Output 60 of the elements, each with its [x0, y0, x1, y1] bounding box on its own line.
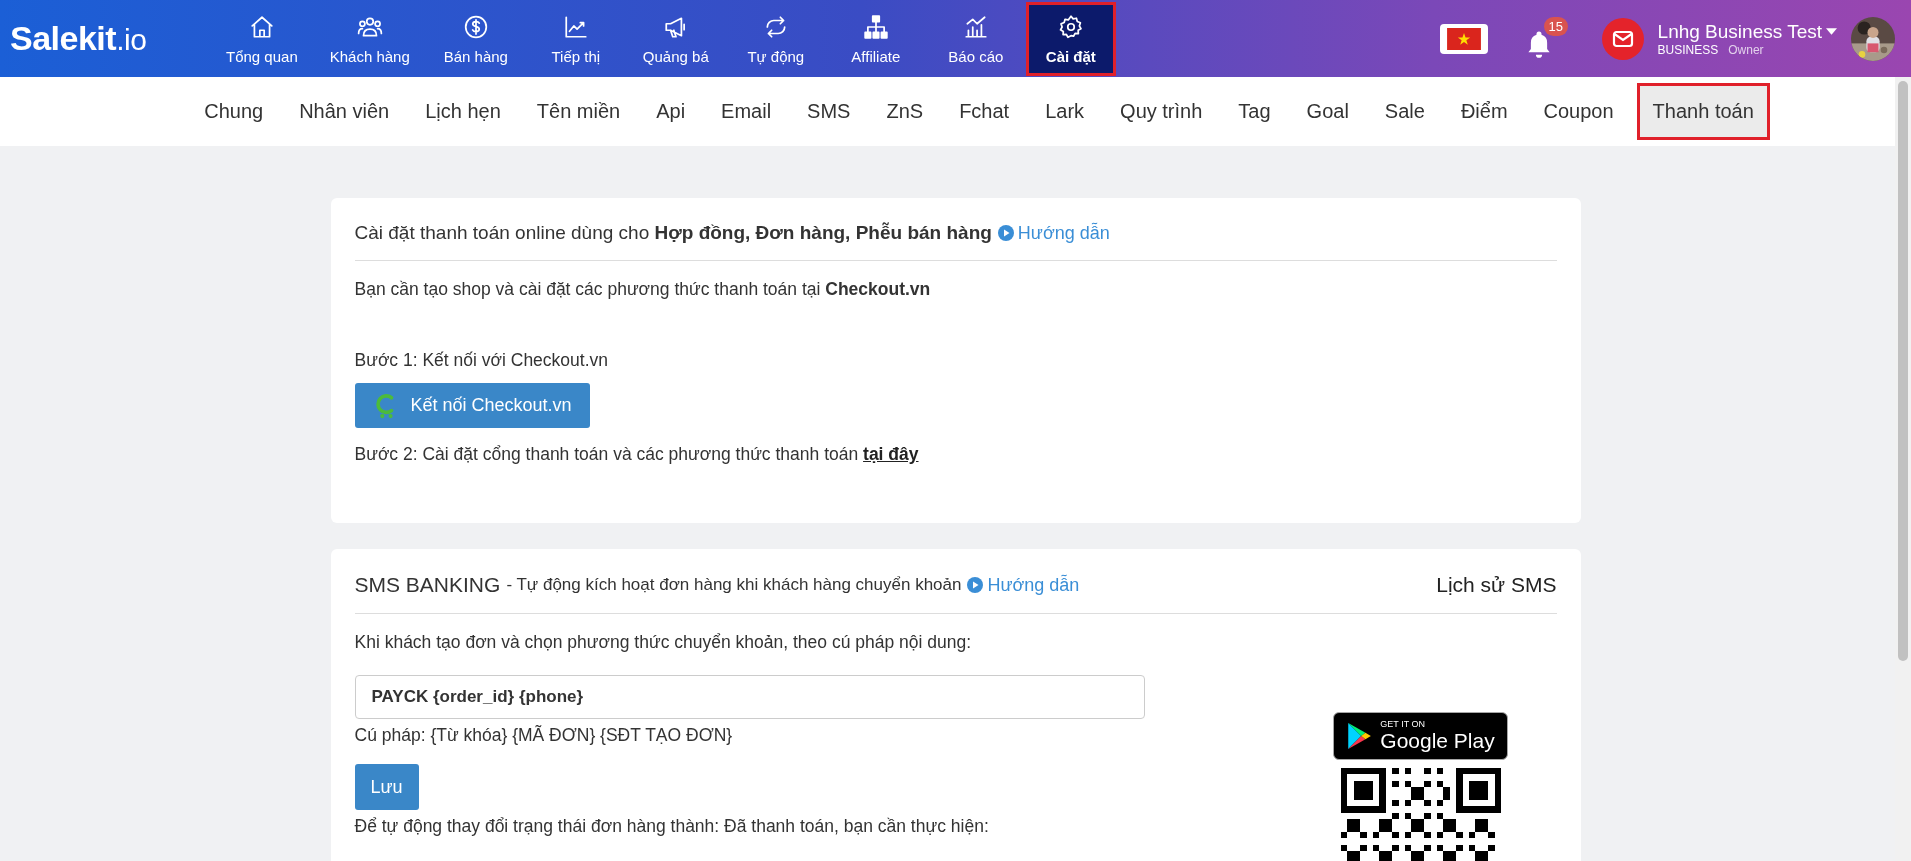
- settings-tab[interactable]: Thanh toán: [1636, 83, 1770, 140]
- nav-item[interactable]: Bán hàng: [425, 2, 526, 76]
- settings-tab[interactable]: Coupon: [1530, 83, 1627, 140]
- section-subtitle: - Tự động kích hoạt đơn hàng khi khách hàng chuyển khoản: [506, 575, 962, 595]
- settings-tab[interactable]: Nhân viên: [286, 83, 403, 140]
- caret-icon[interactable]: [1826, 28, 1837, 35]
- settings-tab[interactable]: Sale: [1371, 83, 1438, 140]
- here-link[interactable]: tại đây: [863, 444, 919, 464]
- mail-icon[interactable]: [1601, 17, 1644, 60]
- settings-tab[interactable]: Lịch hẹn: [412, 83, 514, 140]
- dollar-coin-icon: [462, 13, 489, 40]
- nav-item[interactable]: Tiếp thị: [525, 2, 626, 76]
- nav-item[interactable]: Báo cáo: [925, 2, 1026, 76]
- settings-tab[interactable]: ZnS: [873, 83, 937, 140]
- settings-tab[interactable]: Goal: [1293, 83, 1362, 140]
- google-play-badge[interactable]: GET IT ON Google Play: [1333, 712, 1508, 760]
- vietnam-flag-icon[interactable]: [1439, 23, 1488, 54]
- settings-tab[interactable]: Tên miền: [523, 83, 634, 140]
- settings-tab[interactable]: Fchat: [946, 83, 1023, 140]
- instruction-text: Để tự động thay đổi trạng thái đơn hàng thành: Đã thanh toán, bạn cần thực hiện:: [354, 816, 990, 837]
- settings-tab[interactable]: Tag: [1225, 83, 1284, 140]
- logo[interactable]: Salekit.io: [0, 19, 210, 58]
- nav-item[interactable]: Cài đặt: [1025, 2, 1116, 76]
- step-text: Bước 2: Cài đặt cổng thanh toán và các phương thức thanh toán tại đây: [354, 444, 920, 465]
- section-title: Cài đặt thanh toán online dùng cho Hợp đồng, Đơn hàng, Phễu bán hàng: [354, 222, 992, 244]
- trend-chart-icon: [562, 13, 589, 40]
- settings-tab[interactable]: Email: [708, 83, 785, 140]
- nav-item[interactable]: Affiliate: [825, 2, 926, 76]
- settings-tab[interactable]: Điểm: [1447, 83, 1521, 140]
- play-icon: [967, 577, 984, 593]
- section-title: SMS BANKING: [354, 573, 501, 597]
- guide-link[interactable]: Hướng dẫn: [967, 574, 1080, 596]
- intro-text: Bạn cần tạo shop và cài đặt các phương thức thanh toán tại Checkout.vn: [354, 279, 932, 300]
- nav-item[interactable]: Tổng quan: [210, 2, 314, 76]
- store-name: Google Play: [1380, 729, 1495, 753]
- account-role: Owner: [1728, 42, 1764, 57]
- notification-badge: 15: [1543, 16, 1569, 36]
- sms-history-link[interactable]: Lịch sử SMS: [1436, 573, 1557, 597]
- settings-tab[interactable]: Api: [643, 83, 699, 140]
- connect-checkout-button[interactable]: Kết nối Checkout.vn: [354, 383, 590, 428]
- nav-item[interactable]: Khách hàng: [313, 2, 426, 76]
- instruction-text: Khi khách tạo đơn và chọn phương thức chuyển khoản, theo cú pháp nội dung:: [354, 632, 973, 653]
- nav-item[interactable]: Quảng bá: [625, 2, 726, 76]
- nav-item[interactable]: Tự động: [725, 2, 826, 76]
- settings-tab[interactable]: Quy trình: [1107, 83, 1216, 140]
- play-icon: [997, 225, 1014, 241]
- syntax-field[interactable]: PAYCK {order_id} {phone}: [354, 675, 1145, 719]
- settings-icon: [1057, 13, 1084, 40]
- org-chart-icon: [862, 13, 889, 40]
- settings-tab[interactable]: Chung: [191, 83, 277, 140]
- play-store-icon: [1346, 722, 1373, 750]
- account-plan: BUSINESS: [1657, 42, 1719, 57]
- settings-tab[interactable]: Lark: [1032, 83, 1098, 140]
- step-text: Bước 1: Kết nối với Checkout.vn: [354, 350, 610, 371]
- settings-tab[interactable]: SMS: [794, 83, 864, 140]
- save-button[interactable]: Lưu: [354, 764, 419, 810]
- bar-chart-icon: [962, 13, 989, 40]
- account-name[interactable]: Lnhg Business Test: [1657, 20, 1822, 43]
- syntax-hint: Cú pháp: {Từ khóa} {MÃ ĐƠN} {SĐT TẠO ĐƠN}: [354, 725, 734, 746]
- badge-caption: GET IT ON: [1380, 719, 1426, 729]
